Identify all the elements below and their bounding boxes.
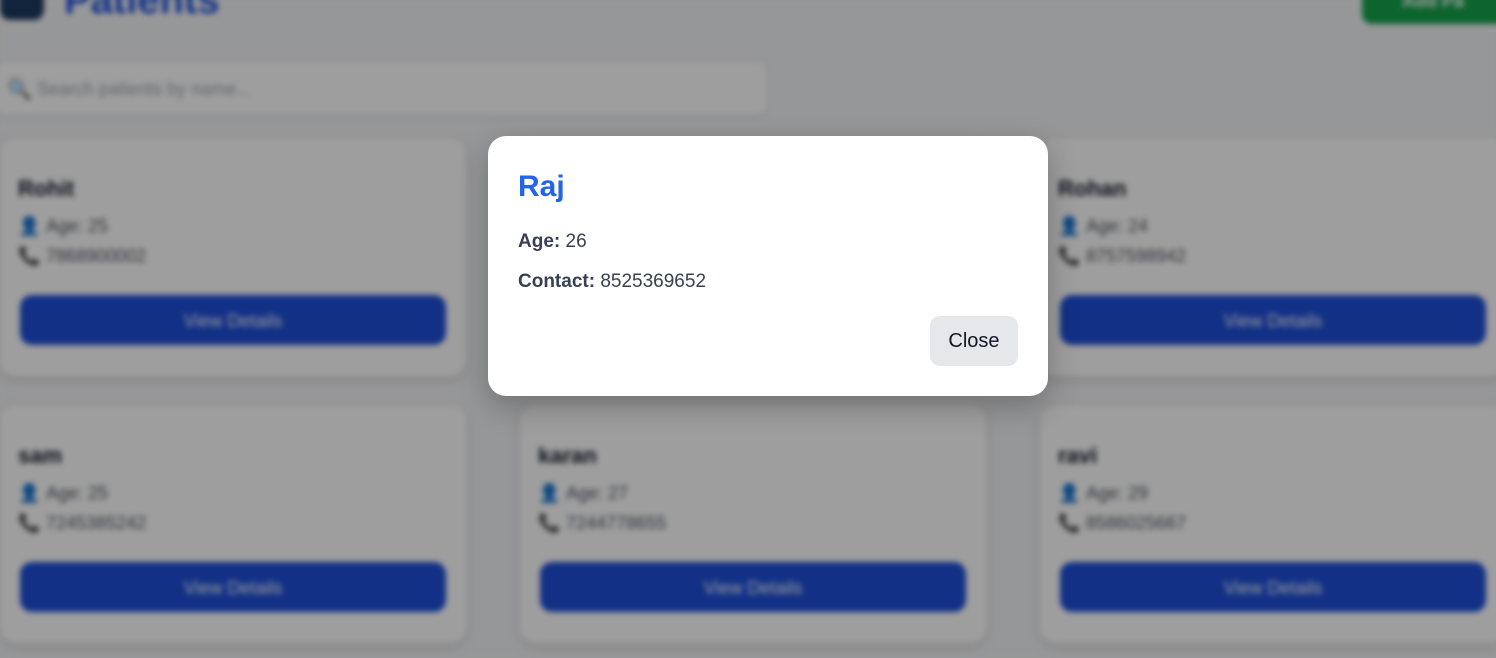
patients-page: Patients Add Pa 🔍 Search patients by nam…	[0, 0, 1496, 658]
modal-patient-name: Raj	[518, 170, 565, 203]
modal-contact: Contact: 8525369652	[518, 271, 706, 293]
modal-age: Age: 26	[518, 231, 587, 253]
modal-age-label: Age:	[518, 231, 561, 252]
modal-age-value: 26	[565, 231, 587, 252]
close-button[interactable]: Close	[930, 316, 1018, 366]
modal-contact-label: Contact:	[518, 271, 596, 292]
modal-contact-value: 8525369652	[600, 271, 707, 292]
patient-details-modal: Raj Age: 26 Contact: 8525369652 Close	[488, 136, 1048, 396]
